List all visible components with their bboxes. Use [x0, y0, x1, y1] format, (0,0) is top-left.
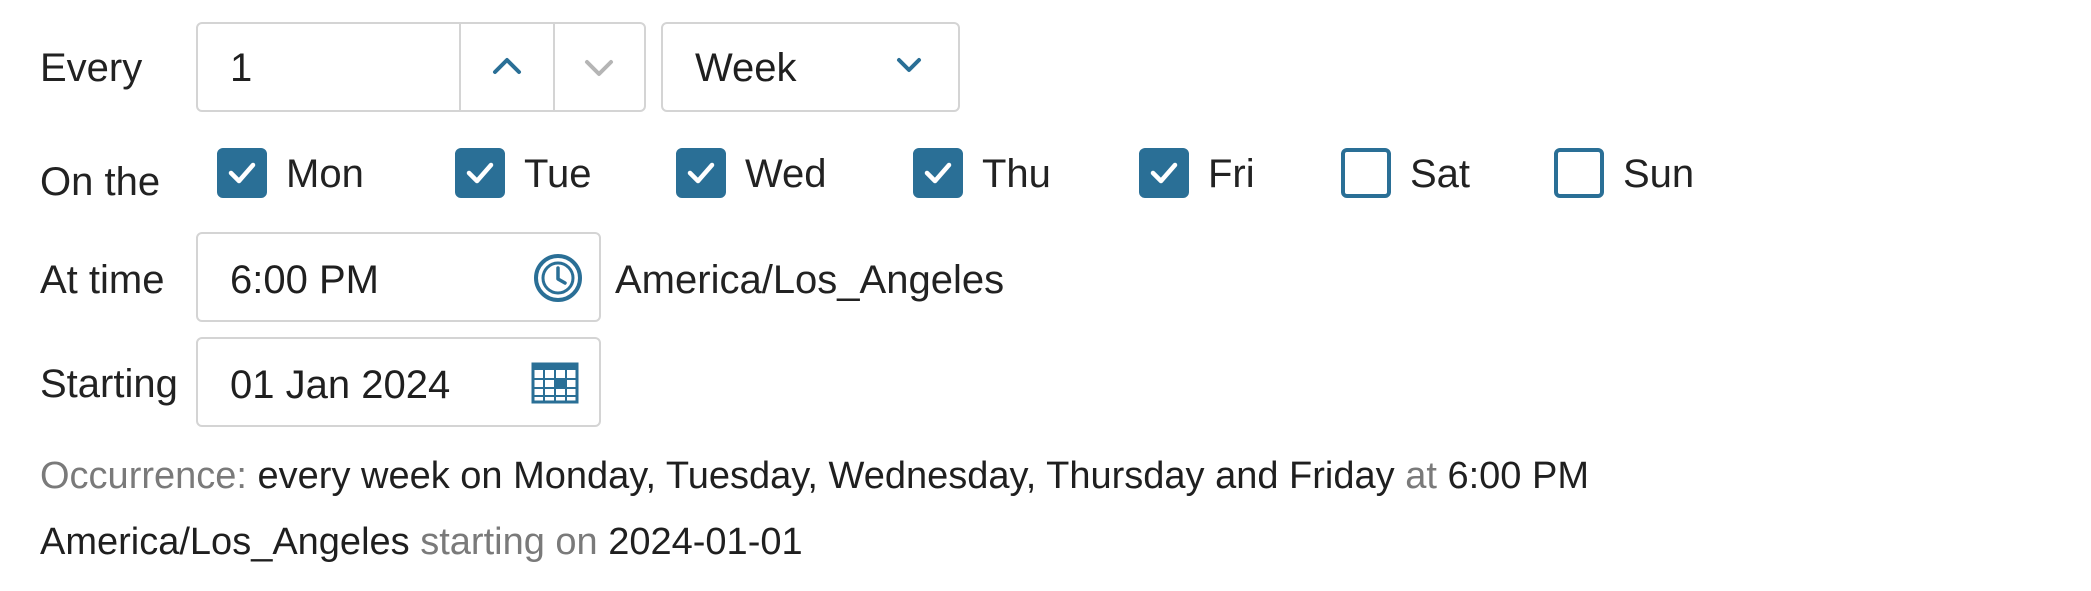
checkbox-sat[interactable]	[1341, 148, 1391, 198]
interval-stepper: 1	[196, 22, 646, 112]
chevron-up-icon	[493, 58, 521, 74]
every-label: Every	[40, 46, 143, 90]
interval-input[interactable]: 1	[230, 48, 450, 88]
timezone-label: America/Los_Angeles	[615, 258, 1005, 302]
day-label-sat: Sat	[1410, 152, 1471, 196]
day-label-fri: Fri	[1208, 152, 1255, 196]
occurrence-label: Occurrence:	[40, 455, 247, 497]
checkbox-fri[interactable]	[1139, 148, 1189, 198]
calendar-icon[interactable]	[531, 361, 579, 405]
time-field[interactable]: 6:00 PM	[196, 232, 601, 322]
occurrence-time: 6:00 PM	[1447, 455, 1589, 497]
checkbox-mon[interactable]	[217, 148, 267, 198]
checkbox-tue[interactable]	[455, 148, 505, 198]
checkmark-icon	[466, 162, 494, 184]
occurrence-at: at	[1405, 455, 1437, 497]
interval-unit-value: Week	[695, 46, 797, 90]
chevron-down-icon	[897, 58, 921, 72]
occurrence-frequency: every week on Monday, Tuesday, Wednesday…	[257, 455, 1395, 497]
chevron-down-icon	[585, 60, 613, 76]
checkmark-icon	[687, 162, 715, 184]
occurrence-starting-on: starting on	[420, 521, 598, 563]
decrement-button[interactable]	[555, 24, 644, 110]
increment-button[interactable]	[461, 24, 553, 110]
checkbox-sun[interactable]	[1554, 148, 1604, 198]
day-label-wed: Wed	[745, 152, 827, 196]
occurrence-timezone: America/Los_Angeles	[40, 521, 410, 563]
clock-icon[interactable]	[532, 252, 584, 304]
at-time-label: At time	[40, 258, 165, 302]
checkbox-wed[interactable]	[676, 148, 726, 198]
day-label-tue: Tue	[524, 152, 592, 196]
occurrence-summary-line-1: Occurrence: every week on Monday, Tuesda…	[40, 457, 1589, 495]
checkmark-icon	[228, 162, 256, 184]
checkmark-icon	[924, 162, 952, 184]
day-label-mon: Mon	[286, 152, 364, 196]
day-label-sun: Sun	[1623, 152, 1695, 196]
checkbox-thu[interactable]	[913, 148, 963, 198]
time-value: 6:00 PM	[230, 258, 379, 302]
starting-label: Starting	[40, 362, 178, 406]
start-date-value: 01 Jan 2024	[230, 363, 451, 407]
on-the-label: On the	[40, 160, 161, 204]
start-date-field[interactable]: 01 Jan 2024	[196, 337, 601, 427]
occurrence-date: 2024-01-01	[608, 521, 803, 563]
day-label-thu: Thu	[982, 152, 1051, 196]
interval-unit-select[interactable]: Week	[661, 22, 960, 112]
checkmark-icon	[1150, 162, 1178, 184]
occurrence-summary-line-2: America/Los_Angeles starting on 2024-01-…	[40, 523, 803, 561]
